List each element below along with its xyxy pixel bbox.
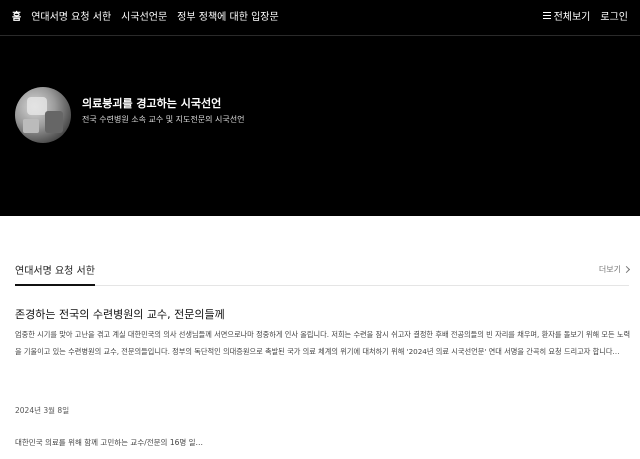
section-header: 연대서명 요청 서한 더보기 (15, 262, 631, 286)
hero-banner: 홈 연대서명 요청 서한 시국선언문 정부 정책에 대한 입장문 전체보기 로그… (0, 0, 640, 216)
post-title[interactable]: 존경하는 전국의 수련병원의 교수, 전문의들께 (15, 306, 225, 322)
post-footer: 대한민국 의료를 위해 함께 고민하는 교수/전문의 16명 일… (15, 438, 204, 447)
top-navigation: 홈 연대서명 요청 서한 시국선언문 정부 정책에 대한 입장문 전체보기 로그… (0, 0, 640, 36)
view-all-label: 전체보기 (553, 12, 591, 23)
more-link[interactable]: 더보기 (598, 264, 631, 275)
hero-title: 의료붕괴를 경고하는 시국선언 (82, 97, 222, 110)
section-title: 연대서명 요청 서한 (15, 262, 95, 286)
main-content: 연대서명 요청 서한 더보기 존경하는 전국의 수련병원의 교수, 전문의들께 … (0, 216, 640, 459)
hero-subtitle: 전국 수련병원 소속 교수 및 지도전문의 시국선언 (82, 115, 245, 124)
nav-item-petition-letter[interactable]: 연대서명 요청 서한 (31, 8, 111, 23)
menu-icon (542, 12, 551, 19)
post-date: 2024년 3월 8일 (15, 406, 70, 415)
more-label: 더보기 (598, 265, 621, 274)
nav-item-declaration[interactable]: 시국선언문 (121, 8, 167, 23)
post-body: 엄중한 시기를 맞아 고난을 겪고 계실 대한민국의 의사 선생님들께 서면으로… (15, 330, 631, 356)
nav-menu: 홈 연대서명 요청 서한 시국선언문 정부 정책에 대한 입장문 (12, 8, 279, 23)
nav-item-home[interactable]: 홈 (12, 8, 21, 23)
chevron-right-icon (622, 265, 631, 274)
login-button[interactable]: 로그인 (600, 8, 628, 23)
nav-item-policy-statement[interactable]: 정부 정책에 대한 입장문 (177, 8, 279, 23)
view-all-button[interactable]: 전체보기 (542, 8, 591, 23)
nav-actions: 전체보기 로그인 (542, 8, 628, 23)
profile-image (15, 87, 71, 143)
